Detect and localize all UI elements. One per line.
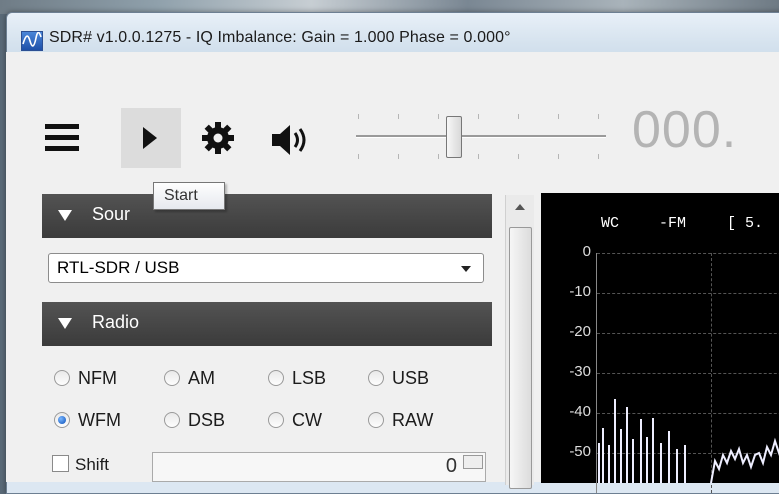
- mode-radio-raw[interactable]: RAW: [368, 410, 433, 431]
- play-icon: [143, 127, 157, 149]
- mode-radio-am[interactable]: AM: [164, 368, 215, 389]
- gear-icon[interactable]: [200, 120, 236, 156]
- panel-scrollbar[interactable]: [505, 195, 534, 489]
- spin-up-button[interactable]: [463, 455, 483, 469]
- volume-slider[interactable]: [350, 112, 610, 162]
- checkbox-box[interactable]: [52, 455, 69, 472]
- shift-value: 0: [445, 455, 457, 477]
- source-device-select[interactable]: RTL-SDR / USB: [48, 253, 484, 283]
- shift-checkbox[interactable]: Shift: [52, 455, 109, 475]
- scrollbar-thumb[interactable]: [509, 227, 532, 489]
- spectrum-display[interactable]: WC -FM [ 5. 0 -10 -20 -30 -40 -50: [541, 193, 779, 493]
- start-button[interactable]: [121, 108, 181, 168]
- shift-label: Shift: [75, 455, 110, 474]
- dropdown-arrow-icon: [461, 266, 471, 272]
- hamburger-menu-icon[interactable]: [45, 124, 79, 152]
- mode-radio-wfm[interactable]: WFM: [54, 410, 121, 431]
- scroll-up-arrow-icon[interactable]: [515, 204, 525, 210]
- source-device-value: RTL-SDR / USB: [57, 258, 180, 277]
- speaker-icon[interactable]: [270, 122, 318, 158]
- mode-radio-lsb[interactable]: LSB: [268, 368, 326, 389]
- shift-value-input[interactable]: 0: [152, 452, 486, 482]
- mode-radio-usb[interactable]: USB: [368, 368, 429, 389]
- mode-radio-cw[interactable]: CW: [268, 410, 322, 431]
- source-header-label: Sour: [92, 204, 131, 224]
- slider-thumb[interactable]: [446, 116, 462, 158]
- frequency-display[interactable]: 000.: [632, 100, 737, 160]
- radio-panel-header[interactable]: Radio: [42, 302, 492, 346]
- collapse-caret-icon: [58, 209, 72, 221]
- mode-radio-dsb[interactable]: DSB: [164, 410, 225, 431]
- collapse-caret-icon: [58, 317, 72, 329]
- slider-track: [356, 135, 606, 138]
- window-title: SDR# v1.0.0.1275 - IQ Imbalance: Gain = …: [49, 29, 511, 46]
- start-tooltip: Start: [153, 182, 225, 210]
- spectrum-trace: [598, 399, 779, 483]
- radio-header-label: Radio: [92, 312, 140, 332]
- source-panel-header[interactable]: Sour: [42, 194, 492, 238]
- mode-radio-nfm[interactable]: NFM: [54, 368, 117, 389]
- sdr-app-icon: [21, 31, 43, 51]
